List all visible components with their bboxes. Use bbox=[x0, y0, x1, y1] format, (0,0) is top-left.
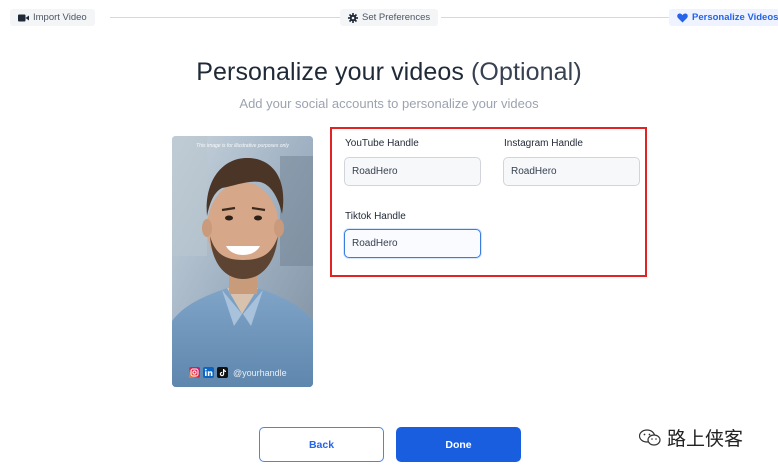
page-subtitle: Add your social accounts to personalize … bbox=[239, 96, 539, 111]
step-personalize-videos[interactable]: Personalize Videos bbox=[669, 9, 778, 26]
step-label: Set Preferences bbox=[362, 12, 431, 23]
youtube-handle-label: YouTube Handle bbox=[345, 138, 419, 149]
preview-disclaimer: This image is for illustrative purposes … bbox=[196, 143, 289, 149]
page-title-optional: (Optional) bbox=[471, 58, 582, 86]
step-set-preferences[interactable]: Set Preferences bbox=[340, 9, 439, 26]
gear-icon bbox=[348, 12, 358, 23]
linkedin-icon bbox=[203, 367, 214, 378]
stepper-connector bbox=[110, 17, 340, 18]
youtube-handle-input[interactable] bbox=[344, 157, 481, 186]
step-import-video[interactable]: Import Video bbox=[10, 9, 95, 26]
back-button[interactable]: Back bbox=[259, 427, 384, 462]
watermark: 路上侠客 bbox=[639, 424, 743, 451]
instagram-icon bbox=[189, 367, 200, 378]
instagram-handle-label: Instagram Handle bbox=[504, 138, 583, 149]
preview-social-row: @yourhandle bbox=[189, 367, 287, 378]
preview-handle: @yourhandle bbox=[233, 367, 287, 378]
tiktok-handle-input[interactable] bbox=[344, 229, 481, 258]
page-title: Personalize your videos (Optional) bbox=[0, 58, 778, 87]
watermark-text: 路上侠客 bbox=[667, 428, 744, 450]
tiktok-icon bbox=[217, 367, 228, 378]
step-label: Import Video bbox=[33, 12, 87, 23]
done-button[interactable]: Done bbox=[396, 427, 521, 462]
progress-stepper: Import Video Set Preferences Personalize… bbox=[0, 0, 778, 34]
heart-icon bbox=[677, 13, 688, 23]
preview-person-image bbox=[172, 136, 313, 387]
instagram-handle-input[interactable] bbox=[503, 157, 640, 186]
tiktok-handle-label: Tiktok Handle bbox=[345, 211, 406, 222]
stepper-connector bbox=[441, 17, 669, 18]
video-camera-icon bbox=[18, 14, 29, 22]
video-preview: This image is for illustrative purposes … bbox=[172, 136, 313, 387]
page-title-main: Personalize your videos bbox=[196, 58, 464, 86]
wechat-icon bbox=[639, 428, 661, 446]
step-label: Personalize Videos bbox=[692, 12, 778, 23]
